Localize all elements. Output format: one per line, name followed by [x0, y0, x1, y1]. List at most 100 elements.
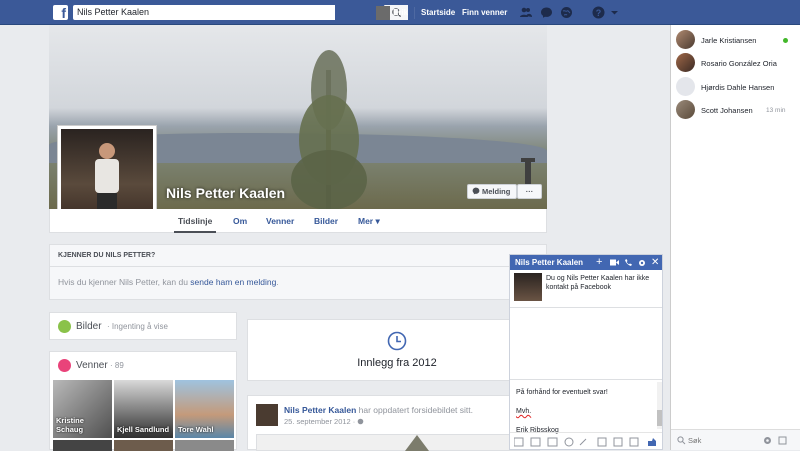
avatar[interactable]	[256, 404, 278, 426]
photos-box: Bilder · Ingenting å vise	[49, 312, 237, 340]
post-cover-image[interactable]	[256, 434, 540, 451]
contact-name: Scott Johansen	[701, 106, 753, 115]
posts-year-box[interactable]: Innlegg fra 2012	[247, 319, 547, 381]
chat-contact[interactable]: Scott Johansen 13 min	[676, 100, 800, 120]
chat-contact[interactable]: Rosario González Oria	[676, 53, 800, 73]
cover-tree-image	[291, 50, 367, 209]
chat-draft-line: Mvh.	[516, 408, 532, 415]
avatar	[376, 6, 390, 20]
avatar	[676, 30, 695, 49]
avatar	[676, 53, 695, 72]
divider	[50, 266, 546, 267]
chat-search-input[interactable]	[688, 434, 758, 446]
friend-tile[interactable]	[114, 440, 173, 451]
friend-tile[interactable]	[53, 440, 112, 451]
chat-notice: Du og Nils Petter Kaalen har ikke kontak…	[546, 275, 650, 291]
messenger-icon	[472, 187, 480, 195]
know-person-box: KJENNER DU NILS PETTER? Hvis du kjenner …	[49, 244, 547, 300]
photos-subtitle: · Ingenting å vise	[107, 322, 168, 331]
chat-contact[interactable]: Jarle Kristiansen	[676, 30, 800, 50]
add-people-icon[interactable]: +	[596, 255, 602, 270]
contact-last-active: 13 min	[766, 107, 786, 114]
friend-tile[interactable]	[175, 440, 234, 451]
tab-photos[interactable]: Bilder	[314, 216, 338, 226]
svg-text:?: ?	[596, 8, 602, 18]
friend-name: Kjell Sandlund	[117, 425, 170, 434]
post-date[interactable]: 25. september 2012 ·	[284, 417, 364, 426]
tab-friends[interactable]: Venner	[266, 216, 294, 226]
chat-scrollbar-thumb[interactable]	[657, 410, 662, 426]
top-navigation-bar: f Nils Petter Kaalen Erik Startside Finn…	[0, 0, 800, 25]
contact-name: Rosario González Oria	[701, 59, 777, 68]
friends-box: Venner · 89 Kristine Schaug Kjell Sandlu…	[49, 351, 237, 451]
account-menu-chevron-down-icon[interactable]	[608, 6, 621, 19]
nav-divider	[414, 7, 415, 19]
notifications-globe-icon[interactable]	[560, 6, 573, 19]
chat-scrollbar[interactable]	[657, 382, 662, 429]
chat-title[interactable]: Nils Petter Kaalen	[515, 258, 583, 267]
tab-timeline[interactable]: Tidslinje	[173, 216, 217, 233]
profile-photo-image	[61, 129, 153, 221]
new-group-icon[interactable]	[778, 436, 787, 445]
more-options-button[interactable]: ···	[517, 184, 542, 199]
privacy-globe-icon	[358, 418, 364, 425]
message-button[interactable]: Melding	[467, 184, 517, 199]
know-box-text: Hvis du kjenner Nils Petter, kan du send…	[58, 277, 279, 287]
chat-search-bar	[671, 429, 800, 450]
post-header: Nils Petter Kaalen har oppdatert forside…	[284, 405, 473, 415]
chat-message-input[interactable]: På forhånd for eventuelt svar! Mvh. Erik…	[510, 380, 656, 434]
profile-person-image	[95, 143, 119, 221]
chat-draft-line: På forhånd for eventuelt svar!	[516, 389, 608, 396]
friend-name: Kristine Schaug	[56, 416, 84, 434]
help-icon[interactable]: ?	[592, 6, 605, 19]
nav-user-name: Erik	[393, 8, 409, 18]
contact-name: Jarle Kristiansen	[701, 36, 757, 45]
posts-year-label: Innlegg fra 2012	[357, 357, 437, 369]
nav-profile-link[interactable]: Erik	[376, 6, 408, 20]
chat-settings-gear-icon[interactable]	[763, 436, 772, 445]
facebook-logo[interactable]: f	[53, 5, 68, 20]
divider	[510, 307, 662, 308]
avatar	[676, 100, 695, 119]
chat-toolbar-icons[interactable]	[514, 437, 658, 447]
chat-sidebar: Jarle Kristiansen Rosario González Oria …	[670, 25, 800, 450]
profile-tabs: Tidslinje Om Venner Bilder Mer ▾	[49, 209, 547, 233]
photos-title[interactable]: Bilder	[76, 321, 102, 332]
friend-tile[interactable]: Kjell Sandlund	[114, 380, 173, 438]
post-action: har oppdatert forsidebildet sitt.	[358, 405, 473, 415]
settings-gear-icon[interactable]	[638, 259, 646, 267]
messages-icon[interactable]	[540, 6, 553, 19]
post-author[interactable]: Nils Petter Kaalen	[284, 405, 356, 415]
friends-icon	[58, 359, 71, 372]
chat-contact[interactable]: Hjørdis Dahle Hansen	[676, 77, 800, 97]
profile-name[interactable]: Nils Petter Kaalen	[166, 185, 285, 201]
contact-name: Hjørdis Dahle Hansen	[701, 83, 775, 92]
online-status-dot	[783, 38, 788, 43]
send-message-link[interactable]: sende ham en melding	[190, 277, 276, 287]
friend-requests-icon[interactable]	[519, 6, 532, 19]
search-input[interactable]: Nils Petter Kaalen	[73, 5, 408, 20]
know-text-before: Hvis du kjenner Nils Petter, kan du	[58, 277, 191, 287]
friend-name: Tore Wahl	[178, 425, 214, 434]
message-button-label: Melding	[482, 187, 511, 196]
tab-about[interactable]: Om	[233, 216, 247, 226]
know-box-heading: KJENNER DU NILS PETTER?	[58, 252, 156, 259]
search-input-value: Nils Petter Kaalen	[77, 7, 150, 17]
chat-toolbar	[510, 432, 662, 450]
clock-icon	[387, 331, 407, 351]
post-image-tree-shape	[405, 435, 429, 451]
nav-find-friends-link[interactable]: Finn venner	[462, 8, 507, 17]
phone-icon[interactable]	[624, 259, 632, 267]
friends-count: · 89	[110, 361, 124, 370]
chat-contact-avatar[interactable]	[514, 273, 542, 301]
nav-home-link[interactable]: Startside	[421, 8, 455, 17]
friends-title[interactable]: Venner	[76, 360, 108, 371]
search-icon	[677, 436, 686, 445]
friend-tile[interactable]: Tore Wahl	[175, 380, 234, 438]
tab-more[interactable]: Mer ▾	[358, 216, 380, 227]
post-date-text: 25. september 2012 ·	[284, 417, 358, 426]
friend-tile[interactable]: Kristine Schaug	[53, 380, 112, 438]
video-call-icon[interactable]	[610, 259, 619, 266]
know-text-after: .	[276, 277, 279, 287]
close-icon[interactable]: ✕	[651, 255, 659, 270]
